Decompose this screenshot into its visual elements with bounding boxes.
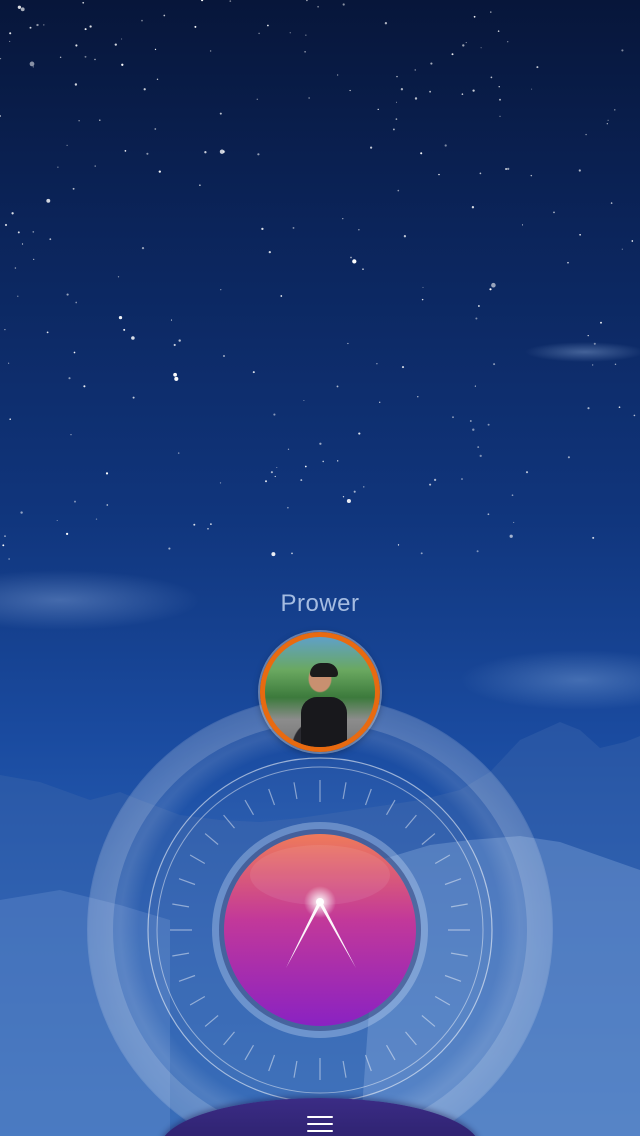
avatar-body (301, 697, 347, 747)
hamburger-menu-icon[interactable] (307, 1116, 333, 1132)
unlock-dial (87, 697, 553, 1136)
avatar-hair (310, 663, 338, 677)
unlock-orb[interactable] (224, 834, 416, 1026)
user-avatar[interactable] (260, 632, 380, 752)
